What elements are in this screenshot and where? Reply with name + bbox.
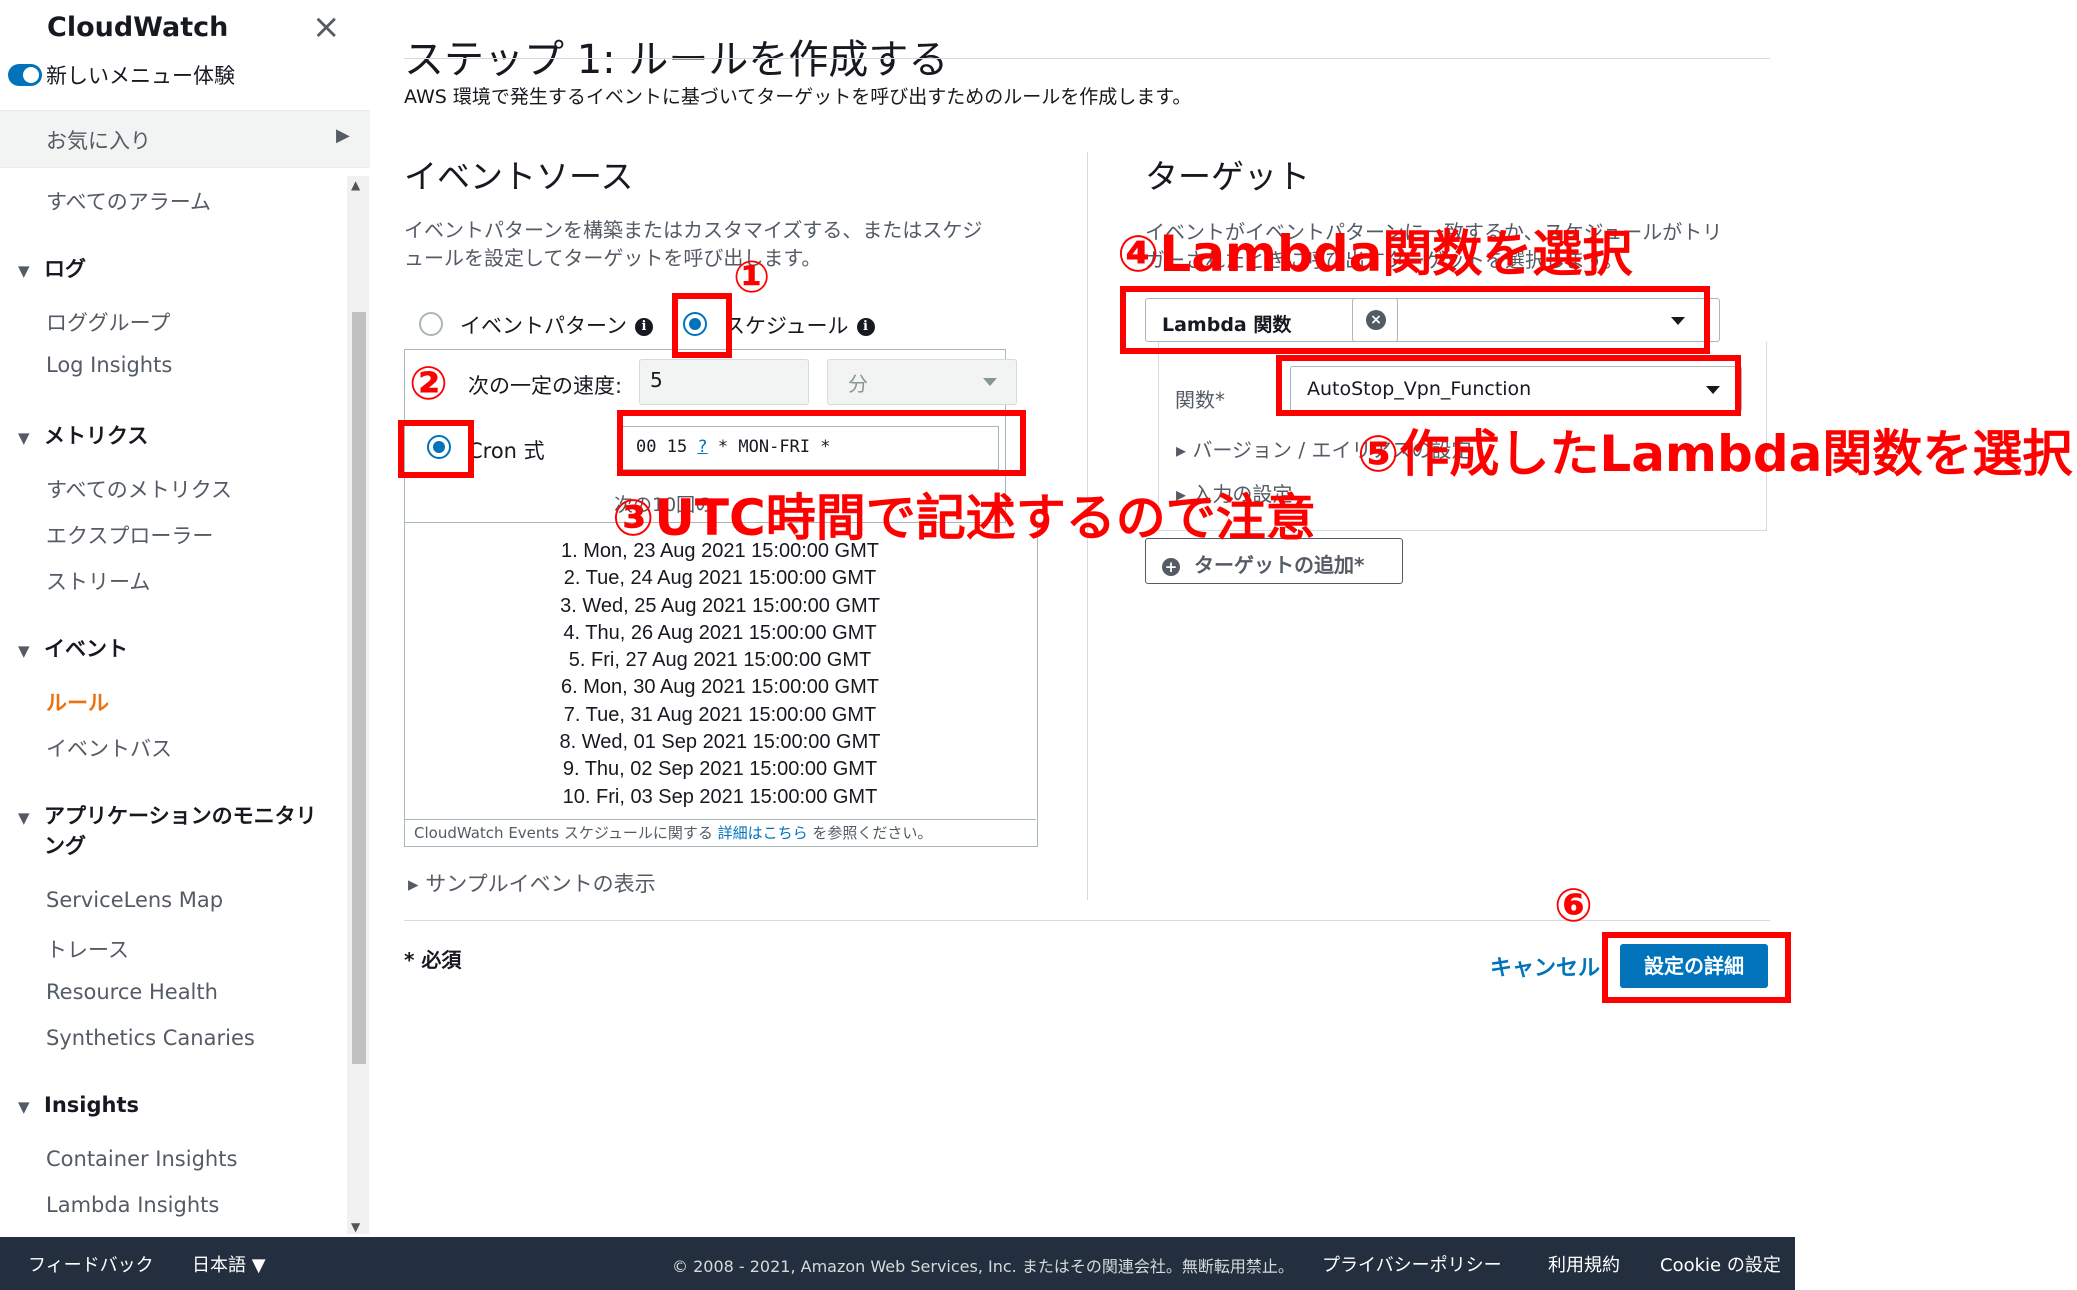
cron-label: Cron 式: [468, 439, 545, 463]
feedback-link[interactable]: フィードバック: [28, 1251, 154, 1277]
cookie-settings-link[interactable]: Cookie の設定: [1660, 1251, 1781, 1277]
rate-value-input[interactable]: 5: [639, 359, 809, 405]
annotation-1: ①: [733, 252, 771, 303]
schedule-help-note: CloudWatch Events スケジュールに関する 詳細はこちら を参照く…: [404, 819, 1036, 845]
sidebar-section-metrics[interactable]: ▼ メトリクス: [18, 420, 148, 450]
event-pattern-label: イベントパターン i: [460, 310, 653, 340]
cancel-button[interactable]: キャンセル: [1490, 950, 1600, 982]
schedule-label: スケジュール i: [724, 310, 875, 340]
annotation-2: ②: [409, 356, 448, 410]
rate-label: 次の一定の速度:: [468, 374, 623, 398]
annotation-box-cron-radio: [398, 420, 474, 478]
annotation-box-schedule: [672, 293, 732, 358]
favorites-section[interactable]: お気に入り ▶: [0, 110, 370, 168]
next-run-item: 2. Tue, 24 Aug 2021 15:00:00 GMT: [563, 567, 877, 590]
language-select[interactable]: 日本語 ▼: [192, 1251, 266, 1277]
chevron-down-icon: ▼: [18, 1098, 30, 1116]
info-icon[interactable]: i: [856, 318, 875, 336]
page-description: AWS 環境で発生するイベントに基づいてターゲットを呼び出すためのルールを作成し…: [404, 86, 1192, 108]
sidebar-scrollbar-thumb[interactable]: [352, 312, 366, 1064]
main-content: ステップ 1: ルールを作成する AWS 環境で発生するイベントに基づいてターゲ…: [372, 0, 1795, 1237]
annotation-3: ③UTC時間で記述するので注意: [612, 489, 1316, 547]
sidebar-item-servicelens-map[interactable]: ServiceLens Map: [46, 888, 223, 912]
event-source-desc-line1: イベントパターンを構築またはカスタマイズする、またはスケジ: [404, 218, 983, 242]
sidebar-item-rules[interactable]: ルール: [46, 687, 109, 717]
scroll-up-icon[interactable]: ▲: [351, 178, 360, 192]
divider: [404, 58, 1770, 59]
page-title: ステップ 1: ルールを作成する: [404, 36, 949, 83]
next-run-item: 4. Thu, 26 Aug 2021 15:00:00 GMT: [563, 621, 877, 644]
next-run-item: 9. Thu, 02 Sep 2021 15:00:00 GMT: [562, 758, 878, 781]
sidebar-item-resource-health[interactable]: Resource Health: [46, 980, 218, 1004]
chevron-down-icon: ▼: [18, 262, 30, 280]
sidebar-item-traces[interactable]: トレース: [46, 934, 129, 964]
annotation-box-function: [1276, 355, 1741, 416]
annotation-5: ⑤作成したLambda関数を選択: [1357, 425, 2073, 483]
annotation-box-detail-button: [1602, 932, 1791, 1003]
event-source-title: イベントソース: [404, 157, 634, 196]
sidebar-item-log-groups[interactable]: ロググループ: [46, 307, 170, 337]
function-label: 関数*: [1175, 388, 1225, 412]
sidebar-item-lambda-insights[interactable]: Lambda Insights: [46, 1193, 219, 1217]
new-menu-toggle-label: 新しいメニュー体験: [46, 64, 235, 88]
sidebar: CloudWatch × 新しいメニュー体験 お気に入り ▶ すべてのアラーム …: [0, 0, 374, 1237]
sidebar-item-event-bus[interactable]: イベントバス: [46, 733, 172, 763]
sidebar-section-events[interactable]: ▼ イベント: [18, 633, 128, 663]
target-title: ターゲット: [1145, 157, 1310, 196]
info-icon[interactable]: i: [634, 318, 653, 336]
close-icon[interactable]: ×: [312, 10, 341, 44]
next-run-item: 5. Fri, 27 Aug 2021 15:00:00 GMT: [568, 649, 872, 672]
sidebar-section-app-monitoring[interactable]: ▼ アプリケーションのモニタリ: [18, 800, 317, 830]
sidebar-item-container-insights[interactable]: Container Insights: [46, 1147, 237, 1171]
chevron-down-icon: [983, 378, 997, 386]
sidebar-item-log-insights[interactable]: Log Insights: [46, 353, 172, 377]
next-run-item: 10. Fri, 03 Sep 2021 15:00:00 GMT: [562, 785, 878, 808]
next-run-item: 6. Mon, 30 Aug 2021 15:00:00 GMT: [561, 676, 879, 699]
sidebar-section-app-monitoring-cont: ング: [44, 834, 86, 858]
plus-icon: +: [1162, 557, 1180, 576]
sidebar-item-all-alarms[interactable]: すべてのアラーム: [46, 186, 211, 216]
sidebar-section-insights[interactable]: ▼ Insights: [18, 1093, 139, 1117]
next-runs-list: 1. Mon, 23 Aug 2021 15:00:00 GMT 2. Tue,…: [404, 538, 1036, 811]
next-run-item: 8. Wed, 01 Sep 2021 15:00:00 GMT: [559, 731, 881, 754]
annotation-4: ④Lambda関数を選択: [1117, 225, 1633, 283]
privacy-link[interactable]: プライバシーポリシー: [1322, 1251, 1502, 1277]
copyright: © 2008 - 2021, Amazon Web Services, Inc.…: [672, 1257, 1294, 1276]
required-note: * 必須: [404, 948, 462, 972]
sidebar-item-synthetics-canaries[interactable]: Synthetics Canaries: [46, 1026, 255, 1050]
sample-event-toggle[interactable]: ▸ サンプルイベントの表示: [408, 868, 656, 898]
chevron-right-icon: ▶: [336, 125, 350, 146]
chevron-down-icon: ▼: [18, 642, 30, 660]
annotation-box-target-type: [1120, 286, 1710, 354]
sidebar-item-all-metrics[interactable]: すべてのメトリクス: [46, 474, 232, 504]
sidebar-item-explorer[interactable]: エクスプローラー: [46, 520, 213, 550]
scroll-down-icon[interactable]: ▼: [351, 1220, 360, 1234]
new-menu-toggle[interactable]: [8, 64, 42, 86]
chevron-down-icon: ▼: [18, 809, 30, 827]
sidebar-title: CloudWatch: [47, 12, 229, 43]
details-link[interactable]: 詳細はこちら: [718, 824, 808, 842]
annotation-6: ⑥: [1554, 878, 1593, 932]
annotation-box-cron-input: [617, 410, 1026, 476]
footer: フィードバック 日本語 ▼ © 2008 - 2021, Amazon Web …: [0, 1237, 1795, 1290]
favorites-label: お気に入り: [46, 129, 151, 153]
chevron-down-icon: ▼: [18, 429, 30, 447]
next-run-item: 3. Wed, 25 Aug 2021 15:00:00 GMT: [560, 594, 880, 617]
event-pattern-radio[interactable]: [419, 312, 443, 336]
sidebar-section-logs[interactable]: ▼ ログ: [18, 253, 86, 283]
terms-link[interactable]: 利用規約: [1548, 1251, 1620, 1277]
next-run-item: 7. Tue, 31 Aug 2021 15:00:00 GMT: [563, 703, 877, 726]
sidebar-item-streams[interactable]: ストリーム: [46, 566, 150, 596]
